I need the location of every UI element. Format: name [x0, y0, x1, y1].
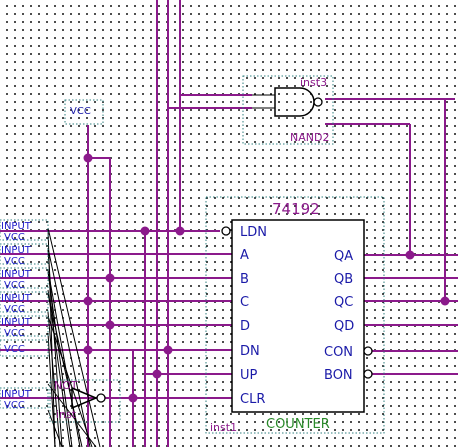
- input-pin-6[interactable]: VCC: [0, 339, 49, 357]
- pin-b: B: [240, 272, 249, 287]
- nand-instance-label: inst3: [300, 76, 327, 89]
- not-bubble: [96, 393, 106, 403]
- input-label: INPUT: [1, 221, 32, 232]
- input-pin-4[interactable]: INPUT VCC: [0, 291, 49, 315]
- pin-qb: QB: [334, 272, 353, 287]
- pin-clr: CLR: [240, 392, 265, 407]
- junction-dot: [83, 296, 93, 306]
- pin-c: C: [240, 295, 249, 310]
- junction-dot: [152, 369, 162, 379]
- schematic-svg: VCC inst3 NAND2 74192 COUNTER inst1 LDN …: [0, 0, 458, 447]
- input-sublabel: VCC: [4, 344, 25, 355]
- pin-dn: DN: [240, 344, 260, 359]
- bon-bubble: [363, 369, 373, 379]
- input-pin-2[interactable]: INPUT VCC: [0, 243, 49, 267]
- pin-qd: QD: [334, 319, 354, 334]
- pin-qc: QC: [334, 295, 353, 310]
- nand-type-label: NAND2: [290, 131, 329, 144]
- not-instance-label: inst: [56, 408, 77, 421]
- junction-dot: [83, 345, 93, 355]
- input-sublabel: VCC: [4, 280, 25, 291]
- counter-74192[interactable]: 74192 COUNTER inst1 LDN A B C D DN UP CL…: [205, 196, 385, 434]
- nand-body: [274, 87, 315, 117]
- input-sublabel: VCC: [4, 256, 25, 267]
- counter-title-label: COUNTER: [266, 417, 330, 432]
- input-sublabel: VCC: [4, 232, 25, 243]
- counter-part-label: 74192: [272, 200, 320, 218]
- pin-a: A: [240, 248, 249, 263]
- junction-dot: [105, 320, 115, 330]
- junction-dot: [128, 393, 138, 403]
- pin-d: D: [240, 319, 250, 334]
- nand-bubble: [313, 97, 323, 107]
- input-sublabel: VCC: [4, 304, 25, 315]
- vcc-label: VCC: [70, 106, 91, 117]
- pin-ldn: LDN: [240, 225, 267, 240]
- pin-con: CON: [324, 345, 353, 360]
- input-label: INPUT: [1, 293, 32, 304]
- junction-dot: [440, 296, 450, 306]
- pin-qa: QA: [334, 249, 353, 264]
- input-pin-7[interactable]: INPUT VCC: [0, 387, 49, 411]
- input-label: INPUT: [1, 389, 32, 400]
- schematic-canvas[interactable]: VCC inst3 NAND2 74192 COUNTER inst1 LDN …: [0, 0, 458, 447]
- junction-dot: [83, 153, 93, 163]
- counter-instance-label: inst1: [210, 421, 237, 434]
- junction-dot: [163, 345, 173, 355]
- nand-gate[interactable]: inst3 NAND2: [242, 75, 334, 145]
- input-label: INPUT: [1, 245, 32, 256]
- vcc-symbol[interactable]: VCC: [64, 99, 104, 125]
- input-sublabel: VCC: [4, 400, 25, 411]
- pin-bon: BON: [324, 368, 353, 383]
- input-label: INPUT: [1, 317, 32, 328]
- junction-dot: [175, 226, 185, 236]
- junction-dot: [105, 273, 115, 283]
- pin-up: UP: [240, 368, 258, 383]
- input-sublabel: VCC: [4, 328, 25, 339]
- not-type-label: NOT: [54, 379, 78, 392]
- ldn-bubble: [221, 226, 231, 236]
- input-label: INPUT: [1, 269, 32, 280]
- input-pin-5[interactable]: INPUT VCC: [0, 315, 49, 339]
- junction-dot: [405, 250, 415, 260]
- con-bubble: [363, 346, 373, 356]
- input-pin-3[interactable]: INPUT VCC: [0, 267, 49, 291]
- input-symbols: INPUT VCC INPUT VCC INPUT VCC INPUT VCC …: [0, 219, 49, 411]
- junction-dot: [140, 226, 150, 236]
